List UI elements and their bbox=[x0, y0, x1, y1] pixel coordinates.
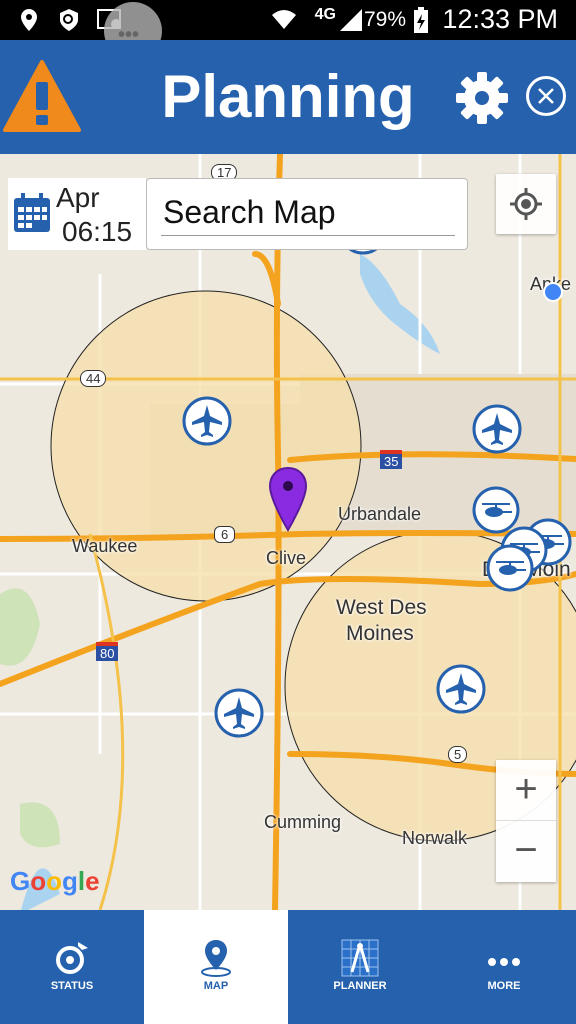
airport-marker-icon[interactable] bbox=[436, 664, 486, 714]
shield-80: 80 bbox=[96, 642, 119, 661]
shield-6: 6 bbox=[214, 526, 236, 543]
tab-map-label: MAP bbox=[203, 980, 229, 992]
map-view[interactable]: Urbandale Waukee Clive West Des Moines C… bbox=[0, 154, 576, 910]
tab-planner[interactable]: PLANNER bbox=[288, 910, 432, 1024]
my-location-button[interactable] bbox=[496, 174, 556, 234]
label-west-des-moines-line1: West Des bbox=[336, 596, 427, 619]
shield-44: 44 bbox=[80, 370, 107, 387]
zoom-in-button[interactable]: + bbox=[496, 760, 556, 821]
label-cumming: Cumming bbox=[264, 812, 342, 832]
battery-icon bbox=[414, 7, 428, 33]
airport-marker-icon[interactable] bbox=[472, 404, 522, 454]
status-plane-icon bbox=[56, 942, 88, 974]
google-logo: Google bbox=[10, 866, 100, 896]
signal-icon bbox=[340, 9, 362, 31]
close-icon bbox=[538, 88, 554, 104]
battery-percent: 79% bbox=[363, 8, 406, 31]
heliport-marker-icon[interactable] bbox=[486, 544, 534, 592]
date-selector[interactable]: Apr 06:15 bbox=[8, 178, 146, 250]
current-location-dot bbox=[543, 282, 563, 302]
search-input[interactable] bbox=[161, 189, 455, 236]
tab-more-label: MORE bbox=[487, 980, 521, 992]
status-bar: ••• 4G 79% 12:33 PM bbox=[0, 0, 576, 60]
zoom-out-button[interactable]: − bbox=[496, 821, 556, 881]
tab-map[interactable]: MAP bbox=[144, 910, 288, 1024]
warning-icon[interactable] bbox=[2, 58, 82, 134]
tab-planner-label: PLANNER bbox=[333, 980, 387, 992]
gear-icon[interactable] bbox=[454, 70, 510, 126]
shield-5: 5 bbox=[448, 746, 468, 763]
search-box[interactable] bbox=[146, 178, 468, 250]
airport-marker-icon[interactable] bbox=[182, 396, 232, 446]
bottom-tab-bar: STATUS MAP PLANNER MORE bbox=[0, 910, 576, 1024]
more-dots-icon bbox=[488, 958, 520, 966]
date-month: Apr bbox=[56, 182, 100, 213]
tab-status[interactable]: STATUS bbox=[0, 910, 144, 1024]
label-clive: Clive bbox=[266, 548, 307, 568]
shield-35: 35 bbox=[380, 450, 403, 469]
label-urbandale: Urbandale bbox=[338, 504, 422, 524]
airport-marker-icon[interactable] bbox=[214, 688, 264, 738]
tab-more[interactable]: MORE bbox=[432, 910, 576, 1024]
zoom-controls: + − bbox=[496, 760, 556, 882]
shield-icon bbox=[60, 9, 78, 31]
date-time: 06:15 bbox=[62, 216, 133, 247]
location-marker-icon[interactable] bbox=[268, 466, 308, 532]
label-west-des-moines-line2: Moines bbox=[346, 622, 414, 645]
tab-status-label: STATUS bbox=[50, 980, 94, 992]
planner-compass-icon bbox=[341, 939, 379, 977]
location-pin-icon bbox=[21, 9, 37, 31]
network-type: 4G bbox=[314, 6, 336, 23]
map-pin-icon bbox=[201, 940, 231, 977]
crosshair-icon bbox=[510, 188, 542, 220]
label-waukee: Waukee bbox=[72, 536, 138, 556]
clock: 12:33 PM bbox=[442, 4, 558, 34]
close-button[interactable] bbox=[526, 76, 566, 116]
label-norwalk: Norwalk bbox=[402, 828, 468, 848]
wifi-icon bbox=[272, 10, 296, 29]
calendar-icon bbox=[14, 193, 50, 232]
